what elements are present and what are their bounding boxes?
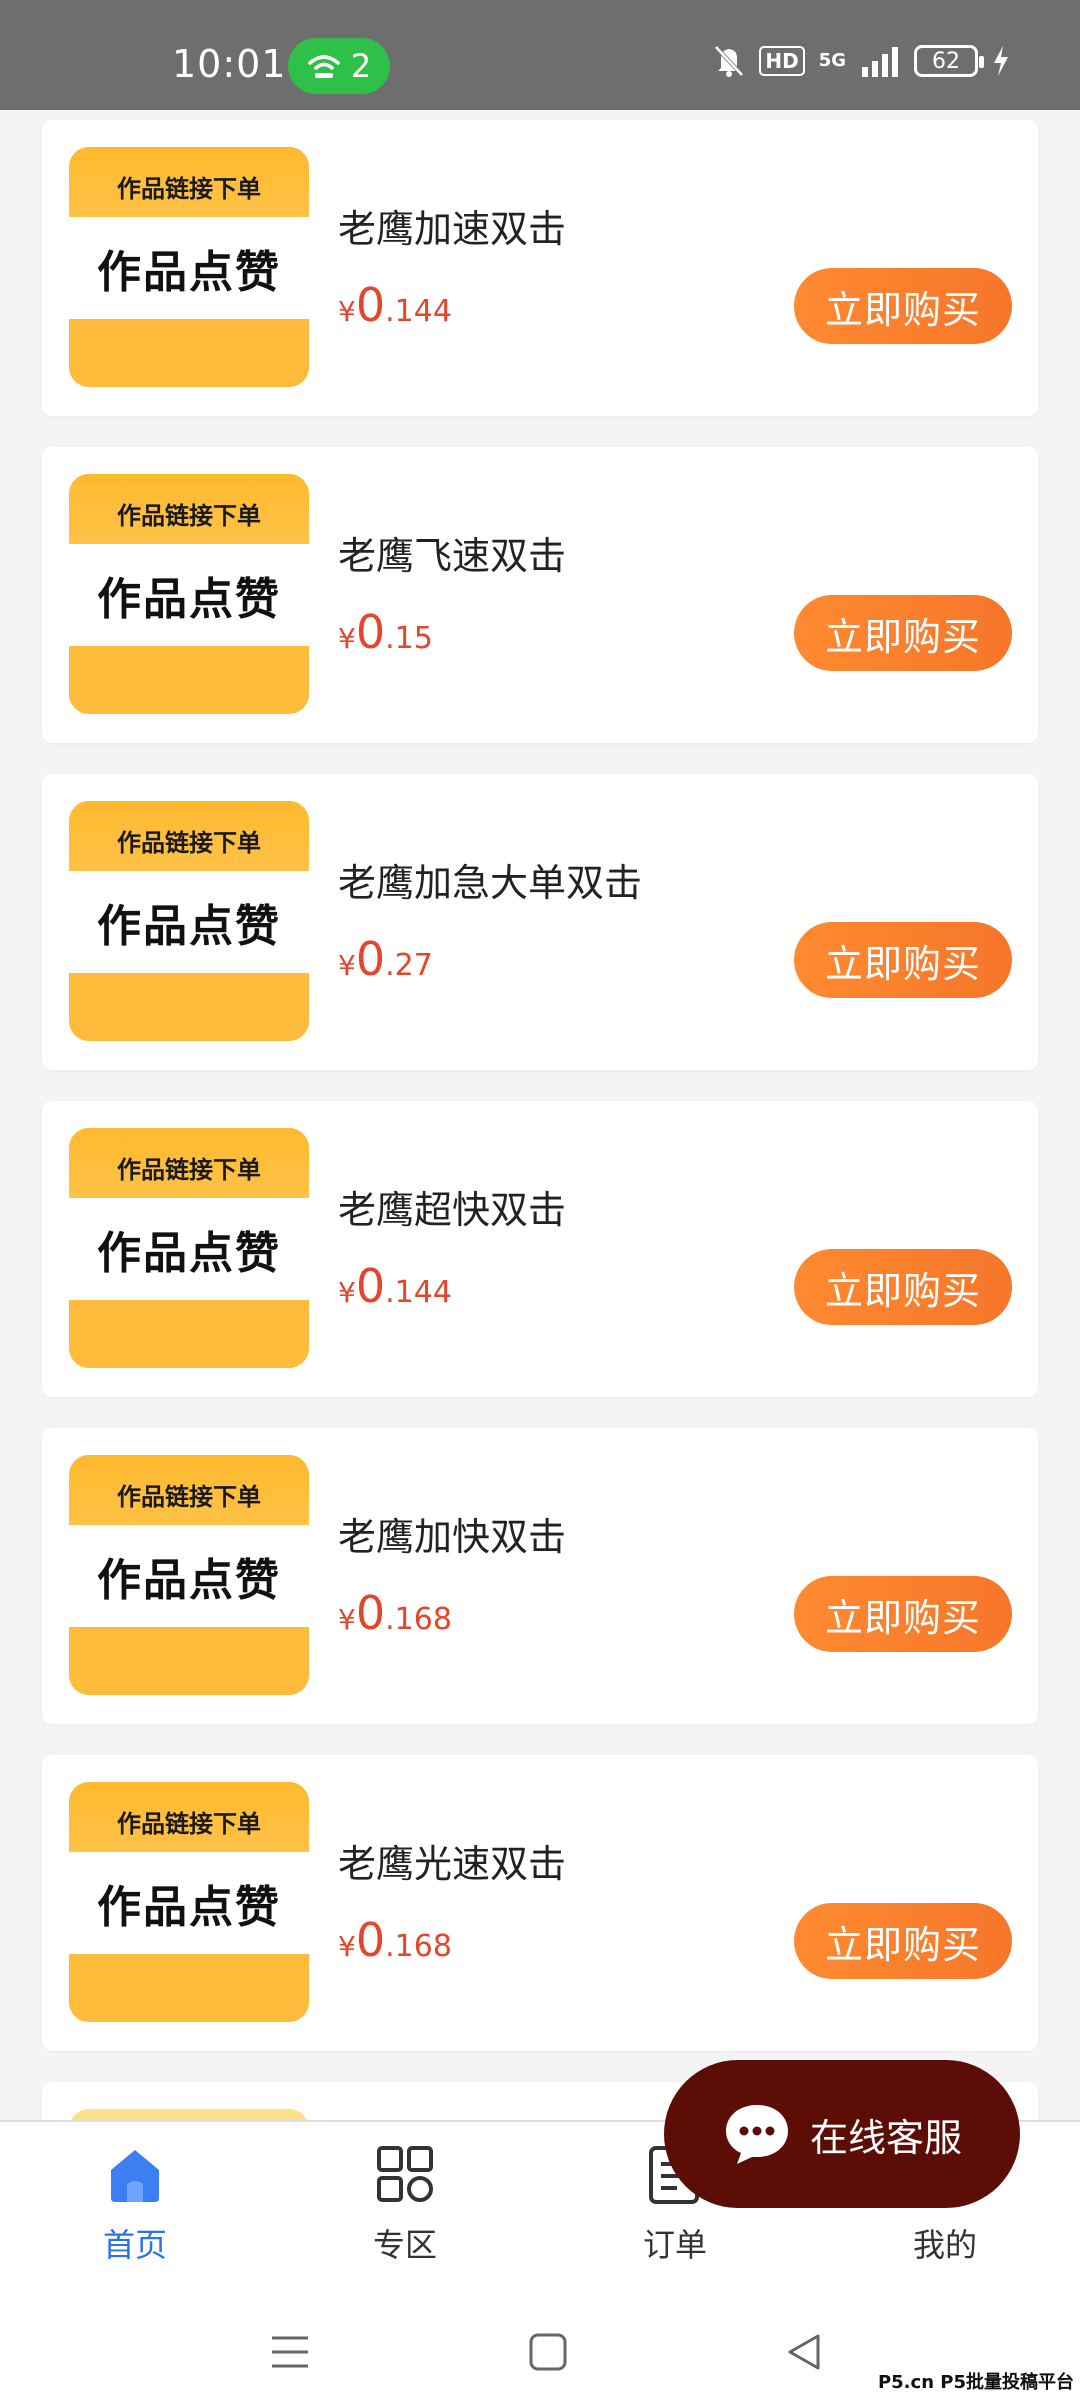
price-integer: 0 <box>355 1913 386 1967</box>
thumb-top-label: 作品链接下单 <box>69 147 309 217</box>
thumb-main-label: 作品点赞 <box>69 1198 309 1300</box>
price-decimal: .15 <box>385 621 433 656</box>
thumb-top-label: 作品链接下单 <box>69 801 309 871</box>
price-currency: ¥ <box>338 1603 356 1636</box>
price-decimal: .168 <box>385 1602 452 1637</box>
price-currency: ¥ <box>338 622 356 655</box>
thumb-main-label: 作品点赞 <box>69 1525 309 1627</box>
buy-now-button[interactable]: 立即购买 <box>794 1576 1012 1652</box>
thumb-main-label: 作品点赞 <box>69 544 309 646</box>
hd-badge: HD <box>759 46 805 76</box>
price-currency: ¥ <box>338 1930 356 1963</box>
thumb-top-label: 作品链接下单 <box>69 1128 309 1198</box>
status-time: 10:01 <box>172 42 287 86</box>
product-name: 老鹰加急大单双击 <box>338 861 643 905</box>
price-integer: 0 <box>355 1259 386 1313</box>
home-square-icon[interactable] <box>528 2332 568 2372</box>
thumb-footer <box>69 319 309 387</box>
online-service-button[interactable]: 在线客服 <box>664 2060 1020 2208</box>
product-thumbnail: 作品链接下单 作品点赞 <box>69 801 309 1041</box>
charging-icon <box>994 46 1008 76</box>
thumb-main-label: 作品点赞 <box>69 1852 309 1954</box>
price-integer: 0 <box>355 605 386 659</box>
product-thumbnail: 作品链接下单 作品点赞 <box>69 474 309 714</box>
price-currency: ¥ <box>338 1276 356 1309</box>
price-decimal: .144 <box>385 294 452 329</box>
home-icon <box>111 2150 159 2202</box>
network-type: 5G <box>818 50 846 71</box>
price-currency: ¥ <box>338 295 356 328</box>
thumb-footer <box>69 1300 309 1368</box>
nav-orders-label: 订单 <box>642 2226 707 2264</box>
mute-bell-icon <box>714 45 744 77</box>
price-decimal: .144 <box>385 1275 452 1310</box>
online-service-label: 在线客服 <box>809 2115 962 2160</box>
product-name: 老鹰超快双击 <box>338 1188 567 1232</box>
product-thumbnail: 作品链接下单 作品点赞 <box>69 1128 309 1368</box>
grid-icon <box>377 2146 433 2202</box>
battery-indicator: 62 <box>914 45 984 77</box>
product-price: ¥0.27 <box>338 932 433 986</box>
thumb-main-label: 作品点赞 <box>69 217 309 319</box>
product-price: ¥0.15 <box>338 605 433 659</box>
hotspot-count: 2 <box>350 47 372 85</box>
nav-home[interactable]: 首页 <box>45 2142 225 2266</box>
price-decimal: .168 <box>385 1929 452 1964</box>
thumb-top-label: 作品链接下单 <box>69 474 309 544</box>
product-name: 老鹰加快双击 <box>338 1515 567 1559</box>
product-card[interactable]: 作品链接下单 作品点赞 老鹰飞速双击 ¥0.15 立即购买 <box>42 447 1038 743</box>
nav-profile-label: 我的 <box>912 2226 977 2264</box>
product-card[interactable]: 作品链接下单 作品点赞 老鹰超快双击 ¥0.144 立即购买 <box>42 1101 1038 1397</box>
buy-now-button[interactable]: 立即购买 <box>794 268 1012 344</box>
price-currency: ¥ <box>338 949 356 982</box>
price-integer: 0 <box>355 932 386 986</box>
product-price: ¥0.168 <box>338 1913 452 1967</box>
product-name: 老鹰加速双击 <box>338 207 567 251</box>
chat-bubble-icon <box>725 2105 788 2164</box>
buy-now-button[interactable]: 立即购买 <box>794 1249 1012 1325</box>
product-thumbnail: 作品链接下单 作品点赞 <box>69 1782 309 2022</box>
buy-now-button[interactable]: 立即购买 <box>794 922 1012 998</box>
product-price: ¥0.144 <box>338 278 452 332</box>
product-price: ¥0.144 <box>338 1259 452 1313</box>
product-name: 老鹰光速双击 <box>338 1842 567 1886</box>
price-decimal: .27 <box>385 948 433 983</box>
signal-icon <box>862 47 898 77</box>
price-integer: 0 <box>355 1586 386 1640</box>
status-bar: 10:01 2 HD 5G 62 <box>0 0 1080 110</box>
thumb-top-label: 作品链接下单 <box>69 1782 309 1852</box>
buy-now-button[interactable]: 立即购买 <box>794 595 1012 671</box>
product-card[interactable]: 作品链接下单 作品点赞 老鹰加快双击 ¥0.168 立即购买 <box>42 1428 1038 1724</box>
product-price: ¥0.168 <box>338 1586 452 1640</box>
buy-now-button[interactable]: 立即购买 <box>794 1903 1012 1979</box>
nav-zone-label: 专区 <box>372 2226 437 2264</box>
product-name: 老鹰飞速双击 <box>338 534 567 578</box>
thumb-footer <box>69 646 309 714</box>
product-thumbnail: 作品链接下单 作品点赞 <box>69 1455 309 1695</box>
thumb-footer <box>69 973 309 1041</box>
product-thumbnail: 作品链接下单 作品点赞 <box>69 147 309 387</box>
nav-home-label: 首页 <box>102 2226 167 2264</box>
product-card[interactable]: 作品链接下单 作品点赞 老鹰加急大单双击 ¥0.27 立即购买 <box>42 774 1038 1070</box>
nav-zone[interactable]: 专区 <box>315 2142 495 2266</box>
product-card[interactable]: 作品链接下单 作品点赞 老鹰加速双击 ¥0.144 立即购买 <box>42 120 1038 416</box>
menu-icon[interactable] <box>270 2332 310 2372</box>
thumb-top-label: 作品链接下单 <box>69 1455 309 1525</box>
watermark: P5.cn P5批量投稿平台 <box>877 2372 1074 2393</box>
hotspot-icon <box>308 55 340 78</box>
back-icon[interactable] <box>784 2332 824 2372</box>
price-integer: 0 <box>355 278 386 332</box>
product-card[interactable]: 作品链接下单 作品点赞 老鹰光速双击 ¥0.168 立即购买 <box>42 1755 1038 2051</box>
thumb-footer <box>69 1627 309 1695</box>
thumb-main-label: 作品点赞 <box>69 871 309 973</box>
battery-level: 62 <box>932 48 960 74</box>
hotspot-pill[interactable]: 2 <box>288 38 390 94</box>
thumb-footer <box>69 1954 309 2022</box>
